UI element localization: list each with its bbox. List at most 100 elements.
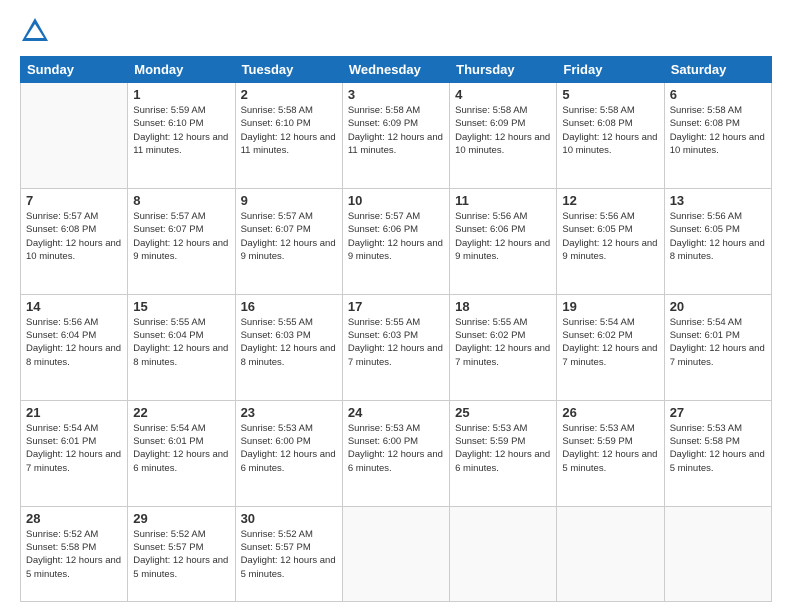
table-cell	[557, 506, 664, 601]
logo-icon	[20, 16, 50, 46]
day-info: Sunrise: 5:58 AM Sunset: 6:08 PM Dayligh…	[670, 104, 766, 157]
day-number: 21	[26, 405, 122, 420]
col-sunday: Sunday	[21, 57, 128, 83]
day-number: 26	[562, 405, 658, 420]
day-number: 16	[241, 299, 337, 314]
table-cell	[450, 506, 557, 601]
day-info: Sunrise: 5:52 AM Sunset: 5:58 PM Dayligh…	[26, 528, 122, 581]
day-number: 30	[241, 511, 337, 526]
day-number: 29	[133, 511, 229, 526]
day-info: Sunrise: 5:56 AM Sunset: 6:06 PM Dayligh…	[455, 210, 551, 263]
day-number: 7	[26, 193, 122, 208]
table-cell: 10 Sunrise: 5:57 AM Sunset: 6:06 PM Dayli…	[342, 188, 449, 294]
col-wednesday: Wednesday	[342, 57, 449, 83]
table-cell: 24Sunrise: 5:53 AM Sunset: 6:00 PM Dayli…	[342, 400, 449, 506]
table-cell: 16 Sunrise: 5:55 AM Sunset: 6:03 PM Dayli…	[235, 294, 342, 400]
day-info: Sunrise: 5:57 AM Sunset: 6:06 PM Dayligh…	[348, 210, 444, 263]
table-cell: 29 Sunrise: 5:52 AM Sunset: 5:57 PM Dayli…	[128, 506, 235, 601]
header	[20, 16, 772, 46]
table-cell: 25 Sunrise: 5:53 AM Sunset: 5:59 PM Dayli…	[450, 400, 557, 506]
table-cell: 19 Sunrise: 5:54 AM Sunset: 6:02 PM Dayli…	[557, 294, 664, 400]
day-number: 17	[348, 299, 444, 314]
table-cell	[21, 83, 128, 189]
table-cell: 30 Sunrise: 5:52 AM Sunset: 5:57 PM Dayli…	[235, 506, 342, 601]
table-cell: 15 Sunrise: 5:55 AM Sunset: 6:04 PM Dayli…	[128, 294, 235, 400]
page: Sunday Monday Tuesday Wednesday Thursday…	[0, 0, 792, 612]
day-info: Sunrise: 5:57 AM Sunset: 6:08 PM Dayligh…	[26, 210, 122, 263]
table-cell: 4 Sunrise: 5:58 AM Sunset: 6:09 PM Daylig…	[450, 83, 557, 189]
col-monday: Monday	[128, 57, 235, 83]
day-number: 1	[133, 87, 229, 102]
day-info: Sunrise: 5:53 AM Sunset: 5:58 PM Dayligh…	[670, 422, 766, 475]
table-cell: 3 Sunrise: 5:58 AM Sunset: 6:09 PM Daylig…	[342, 83, 449, 189]
calendar-header-row: Sunday Monday Tuesday Wednesday Thursday…	[21, 57, 772, 83]
table-cell	[342, 506, 449, 601]
table-cell: 6Sunrise: 5:58 AM Sunset: 6:08 PM Daylig…	[664, 83, 771, 189]
table-cell: 5 Sunrise: 5:58 AM Sunset: 6:08 PM Daylig…	[557, 83, 664, 189]
day-number: 9	[241, 193, 337, 208]
day-info: Sunrise: 5:55 AM Sunset: 6:04 PM Dayligh…	[133, 316, 229, 369]
day-info: Sunrise: 5:56 AM Sunset: 6:05 PM Dayligh…	[670, 210, 766, 263]
day-number: 3	[348, 87, 444, 102]
table-cell: 18 Sunrise: 5:55 AM Sunset: 6:02 PM Dayli…	[450, 294, 557, 400]
table-cell: 12 Sunrise: 5:56 AM Sunset: 6:05 PM Dayli…	[557, 188, 664, 294]
logo	[20, 16, 54, 46]
day-info: Sunrise: 5:54 AM Sunset: 6:02 PM Dayligh…	[562, 316, 658, 369]
day-number: 25	[455, 405, 551, 420]
table-cell: 23 Sunrise: 5:53 AM Sunset: 6:00 PM Dayli…	[235, 400, 342, 506]
day-number: 27	[670, 405, 766, 420]
day-number: 2	[241, 87, 337, 102]
table-cell: 1Sunrise: 5:59 AM Sunset: 6:10 PM Daylig…	[128, 83, 235, 189]
day-number: 10	[348, 193, 444, 208]
table-cell: 21 Sunrise: 5:54 AM Sunset: 6:01 PM Dayli…	[21, 400, 128, 506]
table-cell: 14Sunrise: 5:56 AM Sunset: 6:04 PM Dayli…	[21, 294, 128, 400]
day-number: 15	[133, 299, 229, 314]
day-number: 5	[562, 87, 658, 102]
col-thursday: Thursday	[450, 57, 557, 83]
day-info: Sunrise: 5:53 AM Sunset: 6:00 PM Dayligh…	[348, 422, 444, 475]
day-info: Sunrise: 5:54 AM Sunset: 6:01 PM Dayligh…	[26, 422, 122, 475]
day-info: Sunrise: 5:58 AM Sunset: 6:08 PM Dayligh…	[562, 104, 658, 157]
table-cell: 11 Sunrise: 5:56 AM Sunset: 6:06 PM Dayli…	[450, 188, 557, 294]
table-cell: 9 Sunrise: 5:57 AM Sunset: 6:07 PM Daylig…	[235, 188, 342, 294]
day-number: 8	[133, 193, 229, 208]
table-cell: 2 Sunrise: 5:58 AM Sunset: 6:10 PM Daylig…	[235, 83, 342, 189]
day-number: 23	[241, 405, 337, 420]
day-info: Sunrise: 5:55 AM Sunset: 6:03 PM Dayligh…	[241, 316, 337, 369]
day-info: Sunrise: 5:52 AM Sunset: 5:57 PM Dayligh…	[241, 528, 337, 581]
day-number: 18	[455, 299, 551, 314]
table-cell: 28Sunrise: 5:52 AM Sunset: 5:58 PM Dayli…	[21, 506, 128, 601]
col-tuesday: Tuesday	[235, 57, 342, 83]
day-number: 19	[562, 299, 658, 314]
day-info: Sunrise: 5:58 AM Sunset: 6:09 PM Dayligh…	[455, 104, 551, 157]
calendar-table: Sunday Monday Tuesday Wednesday Thursday…	[20, 56, 772, 602]
day-number: 12	[562, 193, 658, 208]
day-number: 4	[455, 87, 551, 102]
day-info: Sunrise: 5:58 AM Sunset: 6:09 PM Dayligh…	[348, 104, 444, 157]
day-info: Sunrise: 5:53 AM Sunset: 6:00 PM Dayligh…	[241, 422, 337, 475]
day-number: 22	[133, 405, 229, 420]
table-cell: 8 Sunrise: 5:57 AM Sunset: 6:07 PM Daylig…	[128, 188, 235, 294]
table-cell: 22Sunrise: 5:54 AM Sunset: 6:01 PM Dayli…	[128, 400, 235, 506]
table-cell: 20Sunrise: 5:54 AM Sunset: 6:01 PM Dayli…	[664, 294, 771, 400]
table-cell: 13 Sunrise: 5:56 AM Sunset: 6:05 PM Dayli…	[664, 188, 771, 294]
day-info: Sunrise: 5:57 AM Sunset: 6:07 PM Dayligh…	[241, 210, 337, 263]
day-number: 11	[455, 193, 551, 208]
table-cell: 7 Sunrise: 5:57 AM Sunset: 6:08 PM Daylig…	[21, 188, 128, 294]
day-info: Sunrise: 5:56 AM Sunset: 6:05 PM Dayligh…	[562, 210, 658, 263]
day-info: Sunrise: 5:54 AM Sunset: 6:01 PM Dayligh…	[670, 316, 766, 369]
table-cell: 17 Sunrise: 5:55 AM Sunset: 6:03 PM Dayli…	[342, 294, 449, 400]
day-info: Sunrise: 5:58 AM Sunset: 6:10 PM Dayligh…	[241, 104, 337, 157]
col-friday: Friday	[557, 57, 664, 83]
day-info: Sunrise: 5:53 AM Sunset: 5:59 PM Dayligh…	[562, 422, 658, 475]
day-info: Sunrise: 5:52 AM Sunset: 5:57 PM Dayligh…	[133, 528, 229, 581]
day-info: Sunrise: 5:57 AM Sunset: 6:07 PM Dayligh…	[133, 210, 229, 263]
day-info: Sunrise: 5:53 AM Sunset: 5:59 PM Dayligh…	[455, 422, 551, 475]
day-info: Sunrise: 5:55 AM Sunset: 6:03 PM Dayligh…	[348, 316, 444, 369]
day-info: Sunrise: 5:55 AM Sunset: 6:02 PM Dayligh…	[455, 316, 551, 369]
day-number: 13	[670, 193, 766, 208]
table-cell: 26 Sunrise: 5:53 AM Sunset: 5:59 PM Dayli…	[557, 400, 664, 506]
day-info: Sunrise: 5:56 AM Sunset: 6:04 PM Dayligh…	[26, 316, 122, 369]
table-cell	[664, 506, 771, 601]
col-saturday: Saturday	[664, 57, 771, 83]
